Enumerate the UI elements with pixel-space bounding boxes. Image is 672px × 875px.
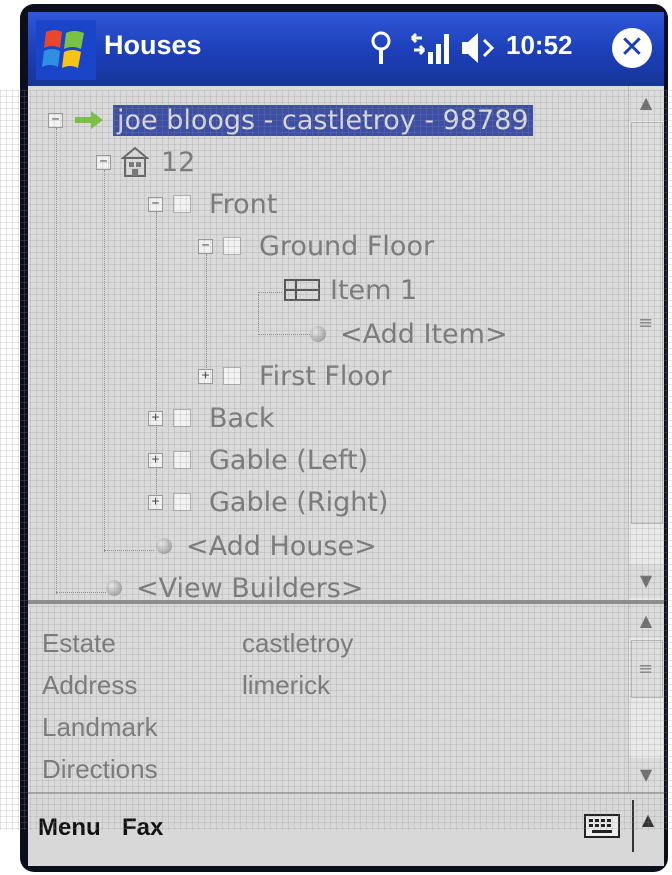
section-checkbox[interactable] <box>173 195 191 213</box>
tree-item-label: Gable (Right) <box>209 486 389 518</box>
speaker-icon[interactable] <box>458 28 498 68</box>
tree-connector <box>206 254 207 368</box>
section-checkbox[interactable] <box>223 237 241 255</box>
address-label: Address <box>42 670 138 700</box>
windows-start-icon[interactable] <box>36 20 96 80</box>
details-scrollbar[interactable]: ▲ ▼ <box>628 604 663 792</box>
tree-item-view-builders[interactable]: <View Builders> <box>106 568 363 600</box>
tree-item-add-item[interactable]: <Add Item> <box>310 314 508 354</box>
tree-item-label: Back <box>209 402 275 434</box>
bullet-icon <box>106 580 122 596</box>
expand-icon[interactable]: + <box>148 410 163 426</box>
tree-item-label: <View Builders> <box>136 572 364 601</box>
clock[interactable]: 10:52 <box>506 30 573 61</box>
scroll-up-icon[interactable]: ▲ <box>629 86 663 120</box>
tree-item-label: 12 <box>161 146 196 178</box>
expand-icon[interactable]: + <box>148 452 163 468</box>
tree-connector <box>56 128 57 594</box>
tree-item-add-house[interactable]: <Add House> <box>156 526 377 566</box>
tree-item-gable-right[interactable]: + Gable (Right) <box>148 482 388 522</box>
tree-item-item-1[interactable]: Item 1 <box>284 270 417 310</box>
tree-item-label: Item 1 <box>330 274 418 306</box>
input-panel-arrow-icon[interactable]: ▲ <box>632 800 662 852</box>
tree-item-front[interactable]: − Front <box>148 184 277 224</box>
tree-connector <box>56 592 106 593</box>
landmark-label: Landmark <box>42 712 158 742</box>
section-checkbox[interactable] <box>173 409 191 427</box>
tree-item-label: Front <box>209 188 278 220</box>
collapse-icon[interactable]: − <box>48 112 63 128</box>
tree-item-builder[interactable]: − joe bloogs - castletroy - 98789 <box>48 100 533 140</box>
expand-icon[interactable]: + <box>148 494 163 510</box>
fax-softkey[interactable]: Fax <box>122 814 163 842</box>
tree-item-first-floor[interactable]: + First Floor <box>198 356 392 396</box>
tree-item-label: First Floor <box>259 360 392 392</box>
tree-item-label: joe bloogs - castletroy - 98789 <box>113 104 533 136</box>
scroll-thumb[interactable] <box>631 640 663 698</box>
tree-connector <box>258 334 310 335</box>
collapse-icon[interactable]: − <box>148 196 163 212</box>
bullet-icon <box>310 326 326 342</box>
directions-label: Directions <box>42 754 158 784</box>
grid-icon <box>284 279 320 301</box>
title-bar: Houses 10:52 ✕ <box>28 12 664 86</box>
tree-scrollbar[interactable]: ▲ ▼ <box>628 86 663 600</box>
signal-icon[interactable] <box>410 28 454 68</box>
scroll-down-icon[interactable]: ▼ <box>629 564 663 598</box>
menu-softkey[interactable]: Menu <box>38 814 101 842</box>
details-pane: Estate castletroy Address limerick Landm… <box>28 604 626 786</box>
section-checkbox[interactable] <box>173 451 191 469</box>
collapse-icon[interactable]: − <box>96 154 111 170</box>
scroll-up-icon[interactable]: ▲ <box>629 604 663 638</box>
tree-item-label: <Add House> <box>186 530 377 562</box>
scroll-thumb[interactable] <box>631 122 663 524</box>
house-icon <box>121 146 149 177</box>
section-checkbox[interactable] <box>173 493 191 511</box>
tree-item-back[interactable]: + Back <box>148 398 275 438</box>
bullet-icon <box>156 538 172 554</box>
tree-connector <box>104 550 154 551</box>
house-tree[interactable]: − joe bloogs - castletroy - 98789 − 12 −… <box>28 86 626 600</box>
tree-item-label: Gable (Left) <box>209 444 369 476</box>
tree-item-house[interactable]: − 12 <box>96 142 195 182</box>
tree-connector <box>258 292 282 293</box>
tree-connector <box>258 294 259 332</box>
estate-label: Estate <box>42 628 116 658</box>
window-title: Houses <box>104 30 202 60</box>
tree-item-label: <Add Item> <box>340 318 508 350</box>
expand-icon[interactable]: + <box>198 368 213 384</box>
menu-bar: Menu Fax ▲ <box>28 792 664 866</box>
tree-connector <box>104 170 105 552</box>
keyboard-icon[interactable] <box>584 814 620 838</box>
collapse-icon[interactable]: − <box>198 238 213 254</box>
scroll-down-icon[interactable]: ▼ <box>629 758 663 792</box>
tree-item-label: Ground Floor <box>259 230 435 262</box>
screen: Houses 10:52 ✕ − joe bloogs - castletroy… <box>28 12 664 866</box>
estate-value: castletroy <box>242 628 354 658</box>
tree-item-gable-left[interactable]: + Gable (Left) <box>148 440 368 480</box>
section-checkbox[interactable] <box>223 367 241 385</box>
connectivity-icon[interactable] <box>366 28 396 68</box>
address-value: limerick <box>242 670 331 700</box>
tree-item-ground-floor[interactable]: − Ground Floor <box>198 226 434 266</box>
green-arrow-icon <box>75 111 103 129</box>
close-icon[interactable]: ✕ <box>612 28 652 68</box>
